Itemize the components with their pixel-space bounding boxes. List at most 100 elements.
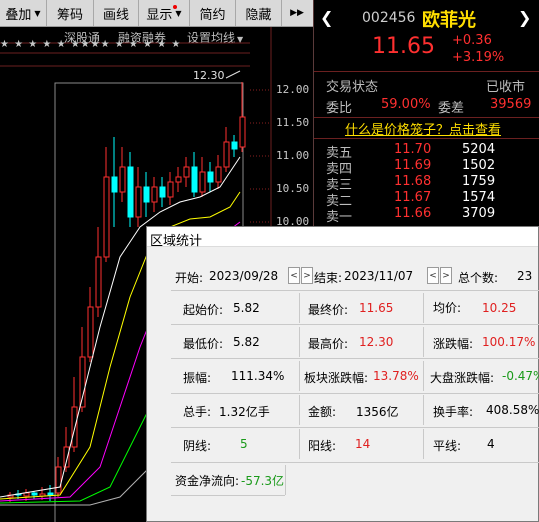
prev-end-button[interactable]: <	[427, 267, 439, 284]
high-price-label-dlg: 最高价:	[308, 337, 349, 351]
total-count-value: 23	[517, 269, 533, 283]
ask-volume: 5204	[462, 142, 496, 157]
candle-body	[215, 166, 222, 183]
candle-body	[135, 186, 142, 218]
turnover-amount-value: 1356亿	[356, 405, 399, 419]
start-label: 开始:	[175, 271, 204, 285]
turnover-amount-label: 金额:	[308, 405, 337, 419]
total-volume-value: 1.32亿手	[219, 405, 270, 419]
last-price: 11.65	[372, 34, 435, 59]
start-date: 2023/09/28	[209, 269, 279, 283]
candle-body	[55, 466, 62, 494]
end-price-value: 11.65	[359, 301, 394, 315]
candle-body	[175, 176, 182, 183]
candle-body	[103, 176, 110, 258]
turnover-rate-label: 换手率:	[433, 405, 474, 419]
avg-price-value: 10.25	[482, 301, 517, 315]
toolbar: 叠加 ▼ 筹码 画线 显示 ▼ 简约 隐藏 ▶▶	[0, 0, 313, 27]
price-change-pct: +3.19%	[452, 50, 505, 65]
candle-body	[167, 181, 174, 198]
expand-button[interactable]: ▶▶	[282, 0, 312, 26]
display-button[interactable]: 显示 ▼	[139, 0, 190, 26]
flat-line-label: 平线:	[433, 439, 462, 453]
capital-flow-value: -57.3亿	[241, 474, 285, 488]
stock-name: 欧菲光	[422, 10, 476, 31]
prev-start-button[interactable]: <	[288, 267, 300, 284]
high-price-value: 12.30	[359, 335, 394, 349]
candle-body	[23, 492, 30, 497]
dialog-title[interactable]: 区域统计	[147, 227, 538, 249]
total-count-label: 总个数:	[458, 271, 499, 285]
trade-status-value: 已收市	[486, 80, 526, 95]
candle-body	[231, 141, 238, 150]
simple-button[interactable]: 简约	[190, 0, 236, 26]
candle-body	[143, 186, 150, 203]
forward-arrow-icon[interactable]: ❯	[518, 8, 531, 27]
ask-label: 卖一	[326, 210, 353, 225]
candle-body	[159, 186, 166, 198]
price-cage-link[interactable]: 什么是价格笼子？点击查看	[345, 119, 501, 138]
flat-line-value: 4	[487, 437, 495, 451]
weibi-value: 59.00%	[381, 97, 431, 112]
candle-body	[119, 166, 126, 193]
ask-volume: 1574	[462, 190, 496, 205]
end-price-label: 最终价:	[308, 303, 349, 317]
market-change-value: -0.47%	[502, 369, 539, 383]
candle-body	[87, 306, 94, 358]
ask-price: 11.66	[394, 206, 432, 221]
start-price-value: 5.82	[233, 301, 260, 315]
yin-line-label: 阴线:	[183, 439, 212, 453]
back-arrow-icon[interactable]: ❮	[320, 8, 333, 27]
capital-flow-label: 资金净流向:	[175, 474, 240, 488]
region-stats-dialog: 区域统计 开始: 2023/09/28 < > 结束: 2023/11/07 <…	[146, 226, 539, 522]
low-price-value: 5.82	[233, 335, 260, 349]
ask-volume: 3709	[462, 206, 496, 221]
draw-line-button[interactable]: 画线	[94, 0, 139, 26]
high-price-label: 12.30	[193, 69, 225, 82]
yin-line-value: 5	[240, 437, 248, 451]
low-price-label: 最低价:	[183, 337, 224, 351]
stock-code: 002456	[362, 10, 416, 26]
ask-price: 11.69	[394, 158, 432, 173]
amplitude-value: 111.34%	[231, 369, 285, 383]
notification-dot	[173, 5, 177, 9]
high-marker-arrow	[225, 70, 241, 79]
overlay-button[interactable]: 叠加 ▼	[0, 0, 47, 26]
candle-body	[183, 166, 190, 178]
candle-body	[223, 141, 230, 168]
candle-body	[151, 186, 158, 203]
trade-status-label: 交易状态	[326, 80, 379, 95]
end-label: 结束:	[314, 271, 343, 285]
candle-body	[207, 171, 214, 183]
chips-button[interactable]: 筹码	[47, 0, 94, 26]
candle-body	[95, 256, 102, 308]
market-change-label: 大盘涨跌幅:	[430, 371, 495, 385]
ask-price: 11.70	[394, 142, 432, 157]
total-volume-label: 总手:	[183, 405, 212, 419]
candle-body	[191, 166, 198, 193]
price-change: +0.36	[452, 33, 492, 48]
next-end-button[interactable]: >	[440, 267, 452, 284]
candle-body	[111, 176, 118, 193]
end-date: 2023/11/07	[344, 269, 414, 283]
candle-body	[63, 446, 70, 468]
avg-price-label: 均价:	[433, 301, 462, 315]
candle-body	[239, 116, 246, 148]
turnover-rate-value: 408.58%	[486, 403, 539, 417]
sector-change-label: 板块涨跌幅:	[304, 371, 369, 385]
chevron-down-icon: ▼	[175, 8, 182, 18]
yang-line-label: 阳线:	[308, 439, 337, 453]
weicha-label: 委差	[438, 101, 465, 116]
y-tick-label: 11.00	[276, 149, 310, 162]
candle-body	[127, 166, 134, 218]
ask-volume: 1759	[462, 174, 496, 189]
amplitude-label: 振幅:	[183, 371, 212, 385]
chevron-down-icon: ▼	[34, 8, 41, 18]
next-start-button[interactable]: >	[301, 267, 313, 284]
start-price-label: 起始价:	[183, 303, 224, 317]
ask-price: 11.68	[394, 174, 432, 189]
hide-button[interactable]: 隐藏	[236, 0, 282, 26]
weibi-label: 委比	[326, 101, 353, 116]
ask-price: 11.67	[394, 190, 432, 205]
y-tick-label: 12.00	[276, 83, 310, 96]
